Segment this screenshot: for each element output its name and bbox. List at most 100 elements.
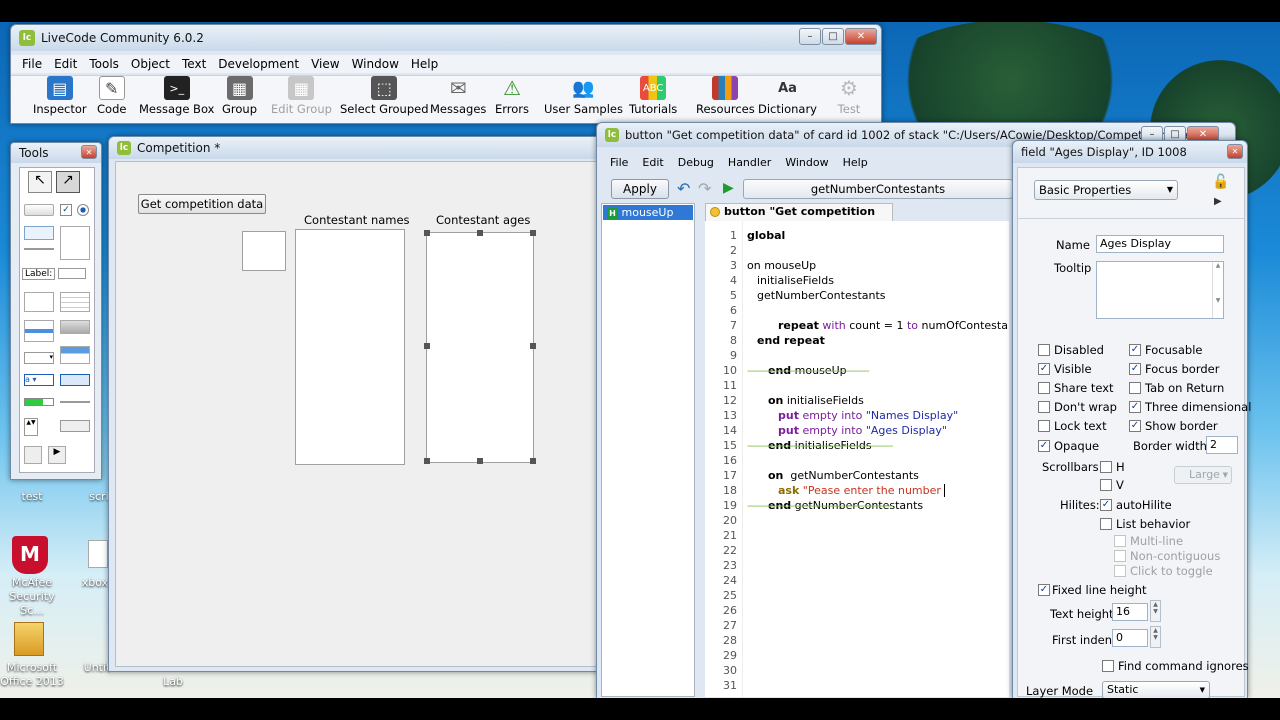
separator-tool-icon[interactable] (24, 248, 54, 250)
dont-wrap-checkbox[interactable] (1038, 401, 1050, 413)
lock-text-checkbox[interactable] (1038, 420, 1050, 432)
menu-object[interactable]: Object (130, 57, 171, 71)
test-button[interactable]: ⚙ Test (836, 76, 862, 116)
v-scrollbar-checkbox[interactable] (1100, 479, 1112, 491)
border-width-field[interactable]: 2 (1206, 436, 1238, 454)
undo-icon[interactable]: ↶ (677, 179, 690, 198)
scrollbar-tool-icon[interactable]: ▲▼ (24, 418, 38, 436)
menu-text[interactable]: Text (181, 57, 207, 71)
focus-border-checkbox[interactable]: ✓ (1129, 363, 1141, 375)
combo-tool-icon[interactable]: ▾ (24, 352, 54, 364)
click-toggle-checkbox[interactable] (1114, 565, 1126, 577)
inspector-titlebar[interactable]: field "Ages Display", ID 1008 (1013, 141, 1247, 163)
menu-tools[interactable]: Tools (88, 57, 120, 71)
menu-edit[interactable]: Edit (53, 57, 78, 71)
xbox-file-icon[interactable] (88, 540, 108, 568)
selection-handle[interactable] (530, 343, 536, 349)
select-grouped-button[interactable]: ⬚ Select Grouped (340, 76, 429, 116)
lock-icon[interactable]: 🔓 (1212, 174, 1229, 190)
edit-group-button[interactable]: ▦ Edit Group (271, 76, 332, 116)
mcafee-icon[interactable]: M (12, 536, 48, 574)
section-dropdown[interactable]: Basic Properties ▼ (1034, 180, 1178, 200)
list-tool-icon[interactable] (24, 320, 54, 342)
inspector-close-button[interactable]: ✕ (1227, 144, 1243, 159)
menu-development[interactable]: Development (217, 57, 300, 71)
menu-view[interactable]: View (310, 57, 340, 71)
autohilite-checkbox[interactable]: ✓ (1100, 499, 1112, 511)
h-scrollbar-checkbox[interactable] (1100, 461, 1112, 473)
tooltip-field[interactable]: ▲ ▼ (1096, 261, 1224, 319)
opaque-checkbox[interactable]: ✓ (1038, 440, 1050, 452)
minimize-button[interactable]: – (799, 28, 821, 45)
graphic-tool-icon[interactable] (24, 446, 42, 464)
selection-handle[interactable] (477, 230, 483, 236)
tooltip-scrollbar[interactable]: ▲ ▼ (1212, 262, 1223, 318)
small-field[interactable] (242, 231, 286, 271)
selection-handle[interactable] (477, 458, 483, 464)
option-tool-icon[interactable]: a ▾ (24, 374, 54, 386)
layer-mode-dropdown[interactable]: Static ▼ (1102, 681, 1210, 699)
desktop-icon-xbox[interactable]: xbox (80, 576, 110, 589)
script-menu-debug[interactable]: Debug (677, 156, 715, 169)
text-height-stepper[interactable]: ▲ ▼ (1150, 600, 1161, 622)
get-competition-data-button[interactable]: Get competition data (138, 194, 266, 214)
code-button[interactable]: ✎ Code (97, 76, 126, 116)
field-tool-icon[interactable] (24, 226, 54, 240)
scrollbar-size-dropdown[interactable]: Large ▼ (1174, 466, 1232, 484)
menu-window[interactable]: Window (351, 57, 400, 71)
messages-button[interactable]: ✉ Messages (430, 76, 486, 116)
desktop-icon-office[interactable]: Microsoft Office 2013 (0, 661, 64, 689)
menu-tool-icon[interactable] (60, 320, 90, 334)
disabled-checkbox[interactable] (1038, 344, 1050, 356)
apply-button[interactable]: Apply (611, 179, 669, 199)
fixed-line-height-checkbox[interactable]: ✓ (1038, 584, 1050, 596)
user-samples-button[interactable]: 👥 User Samples (544, 76, 623, 117)
text-height-field[interactable]: 16 (1112, 603, 1148, 621)
stack-titlebar[interactable]: lc Competition * (109, 137, 601, 159)
maximize-button[interactable]: □ (822, 28, 844, 45)
code-editor[interactable]: global on mouseUp initialiseFields getNu… (743, 221, 1009, 697)
table-tool-icon[interactable] (24, 292, 54, 312)
ages-display-field[interactable] (426, 232, 534, 463)
scroller-tool-icon[interactable] (60, 420, 90, 432)
three-dimensional-checkbox[interactable]: ✓ (1129, 401, 1141, 413)
find-command-checkbox[interactable] (1102, 660, 1114, 672)
desktop-icon-mcafee[interactable]: McAfee Security Sc... (0, 576, 64, 618)
names-display-field[interactable] (295, 229, 405, 465)
name-field[interactable]: Ages Display (1096, 235, 1224, 253)
text-area-tool-icon[interactable] (60, 226, 90, 260)
checkbox-tool-icon[interactable]: ✓ (60, 204, 72, 216)
selection-handle[interactable] (530, 458, 536, 464)
tab-tool-icon[interactable] (60, 346, 90, 364)
script-menu-window[interactable]: Window (784, 156, 829, 169)
close-button[interactable]: ✕ (845, 28, 877, 45)
player-tool-icon[interactable]: ▶ (48, 446, 66, 464)
script-menu-handler[interactable]: Handler (727, 156, 772, 169)
run-icon[interactable]: ▶ (723, 180, 734, 196)
desktop-icon-lab[interactable]: Lab (158, 675, 188, 688)
visible-checkbox[interactable]: ✓ (1038, 363, 1050, 375)
share-text-checkbox[interactable] (1038, 382, 1050, 394)
errors-button[interactable]: ⚠ Errors (495, 76, 529, 116)
multiline-checkbox[interactable] (1114, 535, 1126, 547)
first-indent-stepper[interactable]: ▲ ▼ (1150, 626, 1161, 648)
script-menu-file[interactable]: File (609, 156, 629, 169)
redo-icon[interactable]: ↷ (698, 179, 711, 198)
inspector-button[interactable]: ▤ Inspector (33, 76, 87, 116)
first-indent-field[interactable]: 0 (1112, 629, 1148, 647)
office-folder-icon[interactable] (14, 622, 44, 656)
handler-list-item-mouseup[interactable]: H mouseUp (603, 205, 693, 220)
focusable-checkbox[interactable]: ✓ (1129, 344, 1141, 356)
tools-close-button[interactable]: ✕ (81, 145, 97, 159)
button-tool-icon[interactable] (24, 204, 54, 216)
selection-handle[interactable] (530, 230, 536, 236)
list-behavior-checkbox[interactable] (1100, 518, 1112, 530)
tutorials-button[interactable]: ABC Tutorials (629, 76, 677, 116)
datagrid-tool-icon[interactable] (60, 292, 90, 312)
dictionary-button[interactable]: Aa Dictionary (758, 76, 817, 117)
pointer-tool-icon[interactable]: ↗ (56, 171, 80, 193)
selection-handle[interactable] (424, 230, 430, 236)
group-button[interactable]: ▦ Group (222, 76, 257, 116)
object-tab[interactable]: button "Get competition data" (705, 203, 893, 234)
popup-tool-icon[interactable] (60, 374, 90, 386)
